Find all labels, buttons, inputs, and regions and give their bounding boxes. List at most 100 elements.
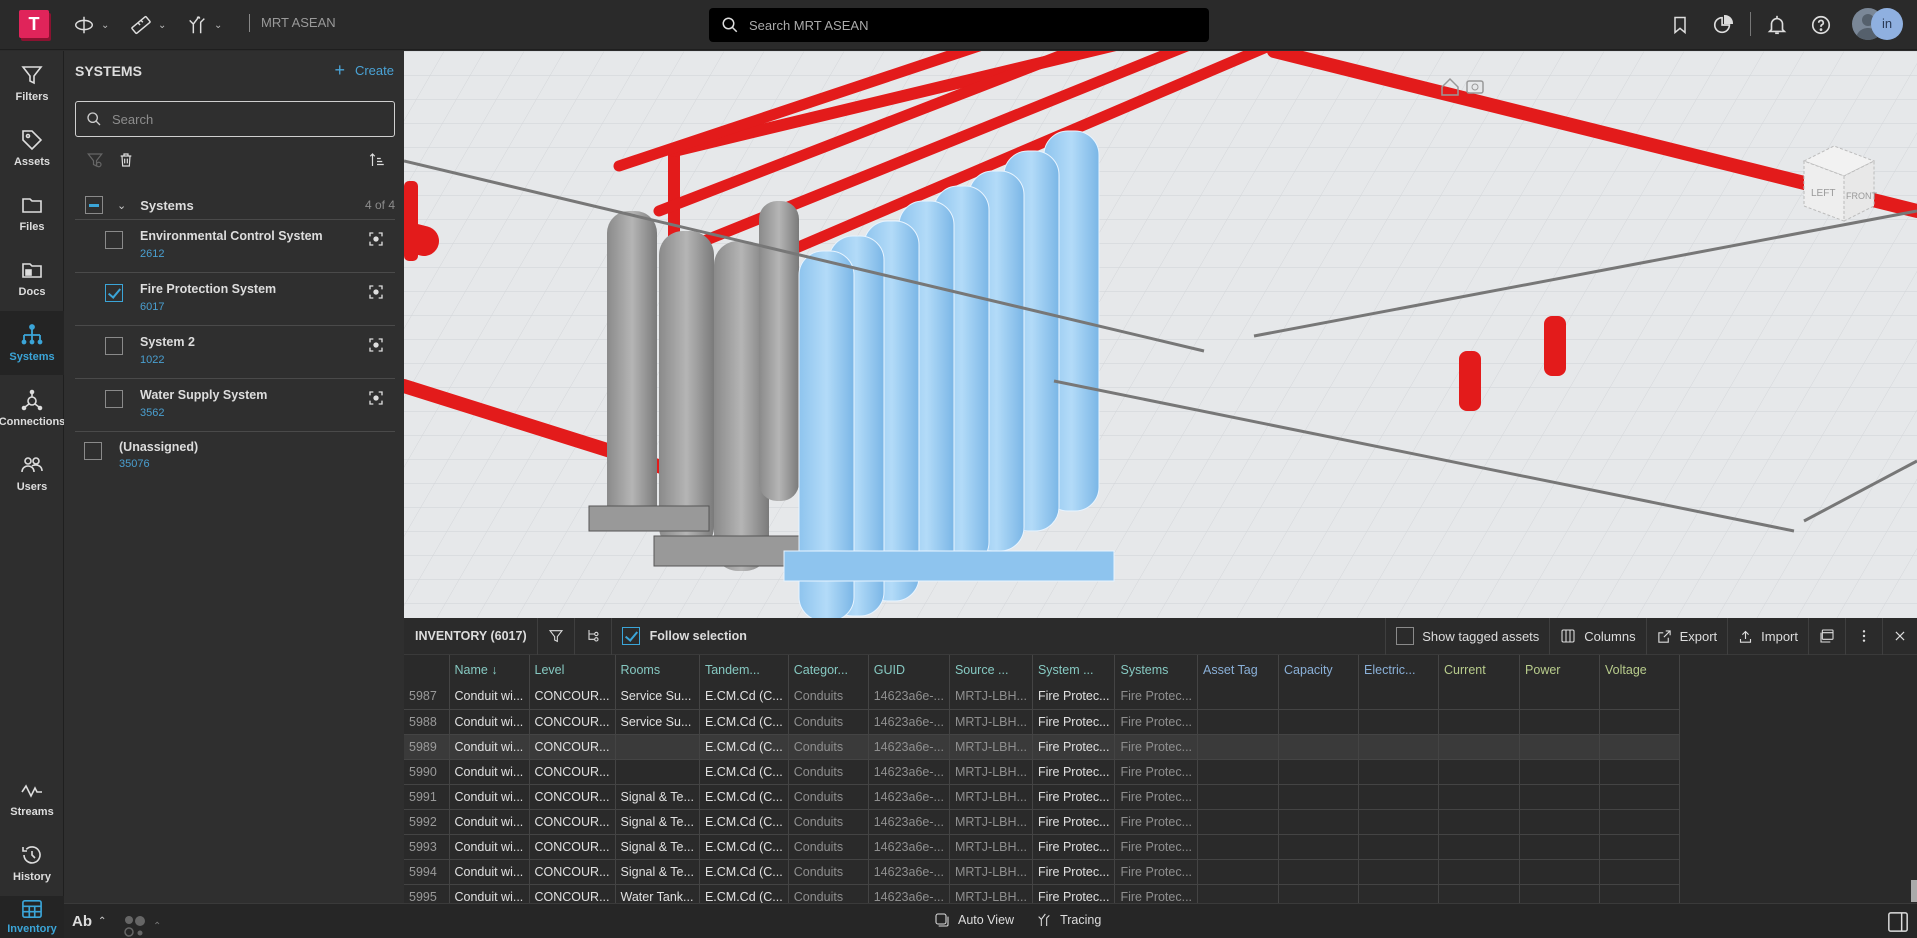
cell-empty[interactable] xyxy=(1519,734,1601,760)
cell-empty[interactable] xyxy=(1358,734,1440,760)
table-scrollbar[interactable] xyxy=(1911,880,1917,902)
nav-connections[interactable]: Connections xyxy=(0,376,65,440)
cell-tandem[interactable]: E.CM.Cd (C... xyxy=(699,759,789,785)
cell-empty[interactable] xyxy=(1197,884,1280,903)
nav-files[interactable]: Files xyxy=(0,181,64,245)
cell-guid[interactable]: 14623a6e-... xyxy=(868,809,950,835)
cell-system[interactable]: Fire Protec... xyxy=(1032,859,1116,885)
cell-empty[interactable] xyxy=(1519,784,1601,810)
system-row[interactable]: Fire Protection System 6017 xyxy=(75,273,395,325)
cell-empty[interactable] xyxy=(1599,734,1681,760)
nav-history[interactable]: History xyxy=(0,831,64,895)
cell-level[interactable]: CONCOUR... xyxy=(529,784,616,810)
cell-empty[interactable] xyxy=(1358,809,1440,835)
sort-button[interactable] xyxy=(368,151,386,174)
help-button[interactable] xyxy=(1809,13,1833,37)
cell-system[interactable]: Fire Protec... xyxy=(1032,684,1116,710)
table-row[interactable]: 5988 Conduit wi... CONCOUR... Service Su...… xyxy=(404,709,1681,735)
cell-empty[interactable] xyxy=(1438,784,1521,810)
notifications-button[interactable] xyxy=(1765,13,1789,37)
cell-name[interactable]: Conduit wi... xyxy=(449,709,530,735)
cell-level[interactable]: CONCOUR... xyxy=(529,884,616,903)
cell-tandem[interactable]: E.CM.Cd (C... xyxy=(699,884,789,903)
table-row[interactable]: 5992 Conduit wi... CONCOUR... Signal & Te..… xyxy=(404,809,1681,835)
cell-system[interactable]: Fire Protec... xyxy=(1032,709,1116,735)
cell-tandem[interactable]: E.CM.Cd (C... xyxy=(699,809,789,835)
follow-selection-checkbox[interactable] xyxy=(621,627,640,645)
table-row[interactable]: 5990 Conduit wi... CONCOUR... E.CM.Cd (C...… xyxy=(404,759,1681,785)
cell-name[interactable]: Conduit wi... xyxy=(449,859,530,885)
cell-source[interactable]: MRTJ-LBH... xyxy=(949,809,1033,835)
cell-system[interactable]: Fire Protec... xyxy=(1032,734,1116,760)
cell-empty[interactable] xyxy=(1599,884,1681,903)
cell-category[interactable]: Conduits xyxy=(788,759,869,785)
cell-system[interactable]: Fire Protec... xyxy=(1032,884,1116,903)
column-header[interactable]: Source ... xyxy=(949,655,1033,684)
cell-level[interactable]: CONCOUR... xyxy=(529,859,616,885)
cell-guid[interactable]: 14623a6e-... xyxy=(868,759,950,785)
cell-idx[interactable]: 5990 xyxy=(404,759,450,785)
cell-empty[interactable] xyxy=(1358,834,1440,860)
user-avatar-initials[interactable]: in xyxy=(1871,8,1903,40)
column-header[interactable]: Capacity xyxy=(1278,655,1360,684)
global-search[interactable] xyxy=(709,8,1209,42)
cell-rooms[interactable] xyxy=(615,734,700,760)
cell-category[interactable]: Conduits xyxy=(788,884,869,903)
focus-button[interactable] xyxy=(368,231,384,252)
trace-tool-button[interactable]: ⌄ xyxy=(186,13,222,37)
cell-category[interactable]: Conduits xyxy=(788,859,869,885)
cell-empty[interactable] xyxy=(1519,709,1601,735)
cell-source[interactable]: MRTJ-LBH... xyxy=(949,684,1033,710)
cell-idx[interactable]: 5989 xyxy=(404,734,450,760)
cell-category[interactable]: Conduits xyxy=(788,784,869,810)
cell-name[interactable]: Conduit wi... xyxy=(449,759,530,785)
show-tagged-checkbox[interactable] xyxy=(1396,627,1415,645)
focus-button[interactable] xyxy=(368,337,384,358)
cell-source[interactable]: MRTJ-LBH... xyxy=(949,859,1033,885)
cell-empty[interactable] xyxy=(1358,884,1440,903)
global-search-input[interactable] xyxy=(749,17,1189,33)
cell-system[interactable]: Fire Protec... xyxy=(1032,834,1116,860)
cell-empty[interactable] xyxy=(1197,709,1280,735)
cell-empty[interactable] xyxy=(1599,709,1681,735)
nav-users[interactable]: Users xyxy=(0,441,64,505)
cell-level[interactable]: CONCOUR... xyxy=(529,759,616,785)
systems-search-input[interactable] xyxy=(112,111,382,127)
column-header[interactable]: Voltage xyxy=(1599,655,1681,684)
cell-rooms[interactable]: Signal & Te... xyxy=(615,784,700,810)
cell-empty[interactable] xyxy=(1519,809,1601,835)
system-row[interactable]: System 2 1022 xyxy=(75,326,395,378)
cell-rooms[interactable]: Service Su... xyxy=(615,709,700,735)
cell-empty[interactable] xyxy=(1358,684,1440,710)
app-logo[interactable]: T xyxy=(19,10,49,38)
cell-category[interactable]: Conduits xyxy=(788,734,869,760)
focus-button[interactable] xyxy=(368,284,384,305)
table-row[interactable]: 5991 Conduit wi... CONCOUR... Signal & Te..… xyxy=(404,784,1681,810)
cell-level[interactable]: CONCOUR... xyxy=(529,709,616,735)
cell-name[interactable]: Conduit wi... xyxy=(449,809,530,835)
column-header[interactable]: Current xyxy=(1438,655,1521,684)
hierarchy-button[interactable] xyxy=(575,617,612,655)
cell-rooms[interactable]: Signal & Te... xyxy=(615,834,700,860)
system-checkbox[interactable] xyxy=(105,337,123,355)
chevron-down-icon[interactable]: ⌄ xyxy=(117,199,126,212)
cell-level[interactable]: CONCOUR... xyxy=(529,834,616,860)
cell-guid[interactable]: 14623a6e-... xyxy=(868,784,950,810)
cell-empty[interactable] xyxy=(1438,734,1521,760)
table-row[interactable]: 5994 Conduit wi... CONCOUR... Signal & Te..… xyxy=(404,859,1681,885)
cell-empty[interactable] xyxy=(1438,709,1521,735)
cell-empty[interactable] xyxy=(1358,709,1440,735)
cell-rooms[interactable]: Signal & Te... xyxy=(615,809,700,835)
cell-level[interactable]: CONCOUR... xyxy=(529,809,616,835)
systems-search[interactable] xyxy=(75,101,395,137)
cell-empty[interactable] xyxy=(1519,834,1601,860)
inventory-filter-button[interactable] xyxy=(538,617,575,655)
cell-empty[interactable] xyxy=(1197,809,1280,835)
cell-name[interactable]: Conduit wi... xyxy=(449,834,530,860)
nav-filters[interactable]: Filters xyxy=(0,51,64,115)
cell-systems[interactable]: Fire Protec... xyxy=(1114,834,1199,860)
delete-button[interactable] xyxy=(118,152,134,173)
cell-tandem[interactable]: E.CM.Cd (C... xyxy=(699,734,789,760)
cell-tandem[interactable]: E.CM.Cd (C... xyxy=(699,709,789,735)
cell-empty[interactable] xyxy=(1519,759,1601,785)
